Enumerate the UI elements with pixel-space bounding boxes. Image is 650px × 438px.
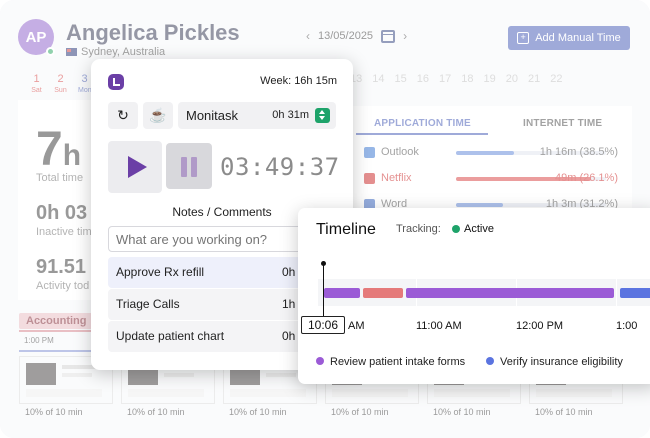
timeline-tick: AM: [348, 320, 365, 332]
project-name: Monitask: [186, 108, 239, 123]
task-name: Approve Rx refill: [116, 265, 205, 279]
pause-button[interactable]: [166, 143, 212, 189]
tracking-status: Active: [464, 223, 494, 235]
coffee-cup-icon: ☕: [149, 107, 167, 123]
timeline-tick: 12:00 PM: [516, 320, 564, 332]
break-button[interactable]: ☕: [143, 102, 173, 129]
cursor-time-label: 10:06: [301, 316, 345, 334]
timeline-title: Timeline: [316, 221, 376, 238]
play-button[interactable]: [108, 141, 162, 193]
timeline-tick: 1:00: [616, 320, 638, 332]
timeline-tick: 11:00 AM: [416, 320, 462, 332]
legend-item: Review patient intake forms: [316, 356, 465, 368]
task-name: Update patient chart: [116, 329, 225, 343]
tracking-label: Tracking:: [396, 223, 441, 235]
legend-dot: [316, 357, 324, 365]
timeline-card: Timeline Tracking: Active AM 11:00 AM 12…: [298, 208, 650, 384]
refresh-button[interactable]: ↻: [108, 102, 138, 129]
legend-item: Verify insurance eligibility: [486, 356, 623, 368]
timeline-segment[interactable]: [620, 288, 650, 298]
monitask-logo-icon: [108, 74, 124, 90]
timeline-gridline: [616, 279, 617, 306]
select-arrows-icon[interactable]: [315, 108, 330, 123]
legend-dot: [486, 357, 494, 365]
project-time: 0h 31m: [272, 109, 309, 121]
task-name: Triage Calls: [116, 297, 180, 311]
timeline-cursor-handle[interactable]: [321, 261, 326, 266]
refresh-icon: ↻: [117, 107, 129, 123]
timeline-segment[interactable]: [406, 288, 614, 298]
project-selector[interactable]: Monitask 0h 31m: [178, 102, 336, 129]
tracking-status-dot: [452, 225, 460, 233]
elapsed-timer: 03:49:37: [220, 153, 340, 181]
week-total: Week: 16h 15m: [260, 75, 337, 87]
timeline-segment[interactable]: [324, 288, 360, 298]
app-window: AP Angelica Pickles Sydney, Australia ‹ …: [0, 0, 650, 438]
timeline-segment[interactable]: [363, 288, 403, 298]
timeline-cursor[interactable]: [323, 264, 324, 322]
